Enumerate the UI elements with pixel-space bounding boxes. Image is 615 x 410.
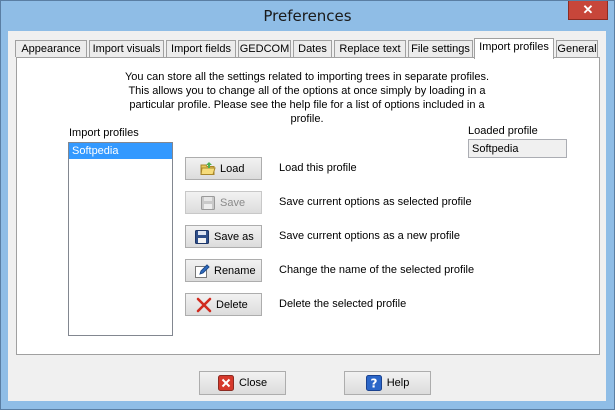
save-as-button-label: Save as [214, 230, 254, 243]
folder-open-icon [200, 161, 216, 177]
delete-description: Delete the selected profile [279, 298, 407, 310]
help-button-label: Help [386, 377, 410, 389]
close-button[interactable]: Close [199, 371, 286, 395]
pencil-edit-icon [194, 263, 210, 279]
save-button-label: Save [220, 196, 246, 209]
tab-dates[interactable]: Dates [293, 40, 332, 57]
save-description: Save current options as selected profile [279, 196, 472, 208]
save-as-button[interactable]: Save as [185, 225, 262, 248]
rename-button-label: Rename [214, 264, 256, 277]
red-x-icon [196, 297, 212, 313]
close-button-label: Close [238, 377, 268, 389]
tab-replace-text[interactable]: Replace text [334, 40, 406, 57]
import-profiles-panel: You can store all the settings related t… [16, 57, 600, 355]
svg-text:?: ? [370, 377, 377, 391]
save-as-description: Save current options as a new profile [279, 230, 460, 242]
save-button[interactable]: Save [185, 191, 262, 214]
help-question-icon: ? [365, 375, 382, 391]
rename-button[interactable]: Rename [185, 259, 262, 282]
title-bar[interactable]: Preferences ✕ [1, 1, 614, 31]
window-close-button[interactable]: ✕ [568, 1, 608, 20]
intro-text: You can store all the settings related t… [124, 71, 490, 125]
tab-import-visuals[interactable]: Import visuals [89, 40, 164, 57]
import-profiles-label: Import profiles [69, 127, 139, 139]
tab-import-profiles[interactable]: Import profiles [474, 38, 554, 59]
red-x-icon [217, 375, 234, 391]
loaded-profile-label: Loaded profile [468, 125, 538, 137]
tab-file-settings[interactable]: File settings [408, 40, 473, 57]
list-item[interactable]: Softpedia [69, 143, 172, 159]
help-button[interactable]: ? Help [344, 371, 431, 395]
loaded-profile-field: Softpedia [468, 139, 567, 158]
import-profiles-list[interactable]: Softpedia [68, 142, 173, 336]
rename-description: Change the name of the selected profile [279, 264, 475, 276]
load-description: Load this profile [279, 162, 357, 174]
floppy-disk-icon [194, 229, 210, 245]
tab-appearance[interactable]: Appearance [15, 40, 87, 57]
load-button[interactable]: Load [185, 157, 262, 180]
delete-button-label: Delete [216, 298, 248, 311]
floppy-disk-icon [200, 195, 216, 211]
dialog-client-area: Appearance Import visuals Import fields … [8, 31, 606, 401]
delete-button[interactable]: Delete [185, 293, 262, 316]
tab-general[interactable]: General [556, 40, 598, 57]
preferences-window: Preferences ✕ Appearance Import visuals … [0, 0, 615, 410]
load-button-label: Load [220, 162, 245, 175]
tab-import-fields[interactable]: Import fields [166, 40, 236, 57]
tab-gedcom[interactable]: GEDCOM [238, 40, 291, 57]
window-title: Preferences [263, 7, 352, 25]
